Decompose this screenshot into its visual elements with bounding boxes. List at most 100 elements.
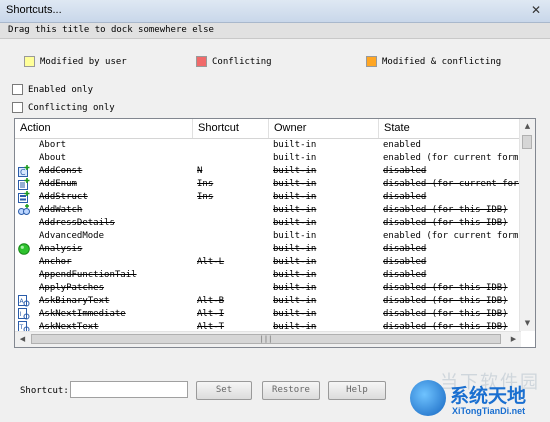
cell-owner: built-in	[273, 244, 317, 254]
legend-label: Modified by user	[40, 57, 127, 67]
watermark-title: 系统天地	[450, 385, 527, 407]
cell-shortcut: Alt-I	[197, 309, 225, 319]
table-row[interactable]: AppendFunctionTail built-in disabled	[15, 269, 521, 282]
table-row[interactable]: AddWatch built-in disabled (for this IDB)	[15, 204, 521, 217]
table-row[interactable]: I AskNextImmediate Alt-I built-in disabled (…	[15, 308, 521, 321]
cell-action: Analysis	[39, 244, 83, 254]
watermark: 当下软件园 系统天地 XiTongTianDi.net	[400, 364, 550, 422]
cell-state: disabled	[383, 166, 427, 176]
cell-owner: built-in	[273, 296, 317, 306]
checkbox-box[interactable]	[12, 102, 23, 113]
legend-swatch	[196, 56, 207, 67]
table-row[interactable]: AddressDetails built-in disabled (for this…	[15, 217, 521, 230]
table-row[interactable]: About built-in enabled (for current form)	[15, 152, 521, 165]
legend-swatch	[24, 56, 35, 67]
cell-owner: built-in	[273, 179, 317, 189]
column-header-action[interactable]: Action	[15, 119, 193, 138]
table-row[interactable]: C AddConst Nbuilt-in disabled	[15, 165, 521, 178]
analysis-icon	[18, 243, 30, 255]
cell-action: Anchor	[39, 257, 72, 267]
add-const-icon: C	[18, 165, 30, 177]
cell-state: disabled	[383, 192, 427, 202]
cell-owner: built-in	[273, 270, 317, 280]
help-button[interactable]: Help	[328, 381, 386, 400]
cell-state: disabled (for current form)	[383, 179, 519, 189]
table-row[interactable]: Abort built-in enabled	[15, 139, 521, 152]
shortcut-input[interactable]	[70, 381, 188, 398]
checkbox-label: Conflicting only	[28, 103, 115, 113]
horizontal-scrollbar[interactable]: ◀ ||| ▶	[15, 331, 521, 347]
checkbox-box[interactable]	[12, 84, 23, 95]
cell-action: AskNextImmediate	[39, 309, 126, 319]
close-icon[interactable]: ✕	[528, 3, 544, 18]
add-watch-icon	[18, 204, 30, 216]
shortcut-label: Shortcut:	[20, 386, 69, 396]
cell-shortcut	[197, 152, 267, 165]
watermark-url: XiTongTianDi.net	[452, 406, 526, 416]
window-title: Shortcuts...	[6, 4, 62, 16]
svg-text:I: I	[20, 311, 22, 318]
dock-hint-text: Drag this title to dock somewhere else	[8, 25, 214, 35]
dock-hint-bar[interactable]: Drag this title to dock somewhere else	[0, 23, 550, 39]
cell-action: AddWatch	[39, 205, 83, 215]
cell-action: AskNextText	[39, 322, 99, 331]
legend-swatch	[366, 56, 377, 67]
checkbox-label: Enabled only	[28, 85, 94, 95]
scroll-thumb[interactable]: |||	[31, 334, 501, 344]
scroll-up-icon[interactable]: ▲	[520, 119, 535, 134]
cell-action: Abort	[39, 140, 67, 150]
restore-button[interactable]: Restore	[262, 381, 320, 400]
vertical-scrollbar[interactable]: ▲ ▼	[519, 119, 535, 331]
cell-state: enabled (for current form)	[383, 153, 519, 163]
cell-owner: built-in	[273, 153, 317, 163]
cell-owner: built-in	[273, 283, 317, 293]
column-header-shortcut[interactable]: Shortcut	[193, 119, 269, 138]
scroll-down-icon[interactable]: ▼	[520, 316, 535, 331]
table-row[interactable]: Anchor Alt-L built-in disabled	[15, 256, 521, 269]
add-enum-icon	[18, 178, 30, 190]
scroll-left-icon[interactable]: ◀	[15, 332, 30, 347]
title-bar[interactable]: Shortcuts... ✕	[0, 0, 550, 23]
shortcuts-table[interactable]: Action Shortcut Owner State Abort built-i…	[14, 118, 536, 348]
scroll-thumb[interactable]	[522, 135, 532, 149]
svg-text:T: T	[19, 324, 24, 331]
column-header-owner[interactable]: Owner	[269, 119, 379, 138]
column-header-state[interactable]: State	[379, 119, 521, 138]
cell-state: disabled (for this IDB)	[383, 309, 508, 319]
cell-owner: built-in	[273, 166, 317, 176]
watermark-logo-icon	[410, 380, 446, 416]
set-button[interactable]: Set	[196, 381, 252, 400]
scroll-right-icon[interactable]: ▶	[506, 332, 521, 347]
table-row[interactable]: AddStruct Ins built-in disabled	[15, 191, 521, 204]
cell-action: AdvancedMode	[39, 231, 105, 241]
cell-state: disabled (for this IDB)	[383, 218, 508, 228]
cell-shortcut	[197, 230, 267, 243]
table-row[interactable]: Analysis built-in disabled	[15, 243, 521, 256]
cell-state: disabled	[383, 244, 427, 254]
cell-action: AddressDetails	[39, 218, 115, 228]
cell-action: ApplyPatches	[39, 283, 105, 293]
add-struct-icon	[18, 191, 30, 203]
cell-shortcut: Alt-T	[197, 322, 225, 331]
cell-state: disabled (for this IDB)	[383, 283, 508, 293]
cell-shortcut	[197, 243, 267, 256]
table-row[interactable]: ApplyPatches built-in disabled (for this I…	[15, 282, 521, 295]
cell-state: enabled	[383, 140, 421, 150]
cell-owner: built-in	[273, 322, 317, 331]
table-row[interactable]: A AskBinaryText Alt-B built-in disabled (for…	[15, 295, 521, 308]
cell-action: AddEnum	[39, 179, 77, 189]
cell-owner: built-in	[273, 218, 317, 228]
cell-state: disabled (for this IDB)	[383, 296, 508, 306]
cell-action: AppendFunctionTail	[39, 270, 137, 280]
table-row[interactable]: AdvancedMode built-in enabled (for current…	[15, 230, 521, 243]
cell-owner: built-in	[273, 192, 317, 202]
cell-shortcut	[197, 217, 267, 230]
table-row[interactable]: AddEnum Ins built-in disabled (for current …	[15, 178, 521, 191]
cell-shortcut: Alt-B	[197, 296, 225, 306]
cell-action: AskBinaryText	[39, 296, 110, 306]
cell-shortcut: Alt-L	[197, 257, 225, 267]
cell-shortcut	[197, 204, 267, 217]
table-row[interactable]: T AskNextText Alt-T built-in disabled (for t…	[15, 321, 521, 331]
cell-shortcut: N	[197, 166, 203, 176]
cell-state: disabled (for this IDB)	[383, 322, 508, 331]
